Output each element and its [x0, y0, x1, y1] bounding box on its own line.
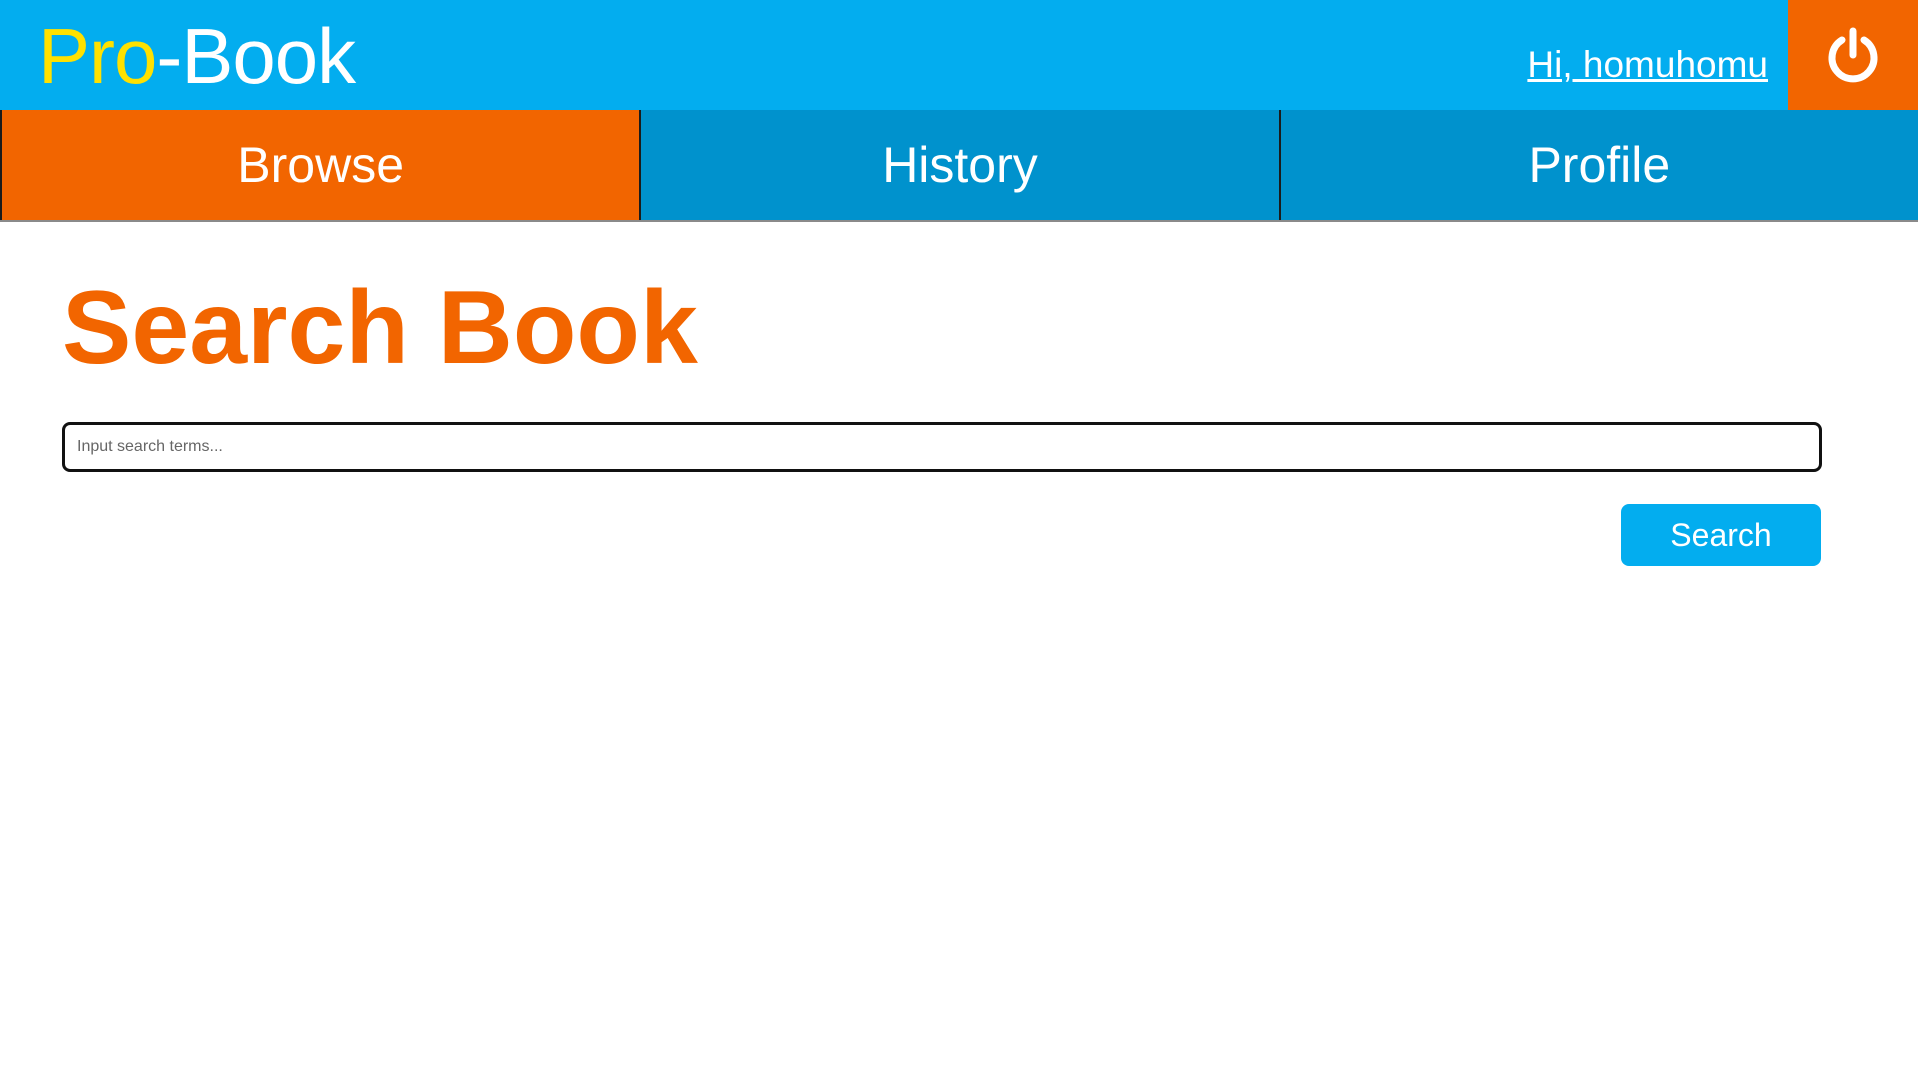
- logo-text: -Book: [156, 12, 356, 100]
- main-nav: Browse History Profile: [0, 110, 1918, 222]
- search-button[interactable]: Search: [1621, 504, 1821, 566]
- app-logo: Pro-Book: [38, 12, 356, 100]
- page-title: Search Book: [62, 270, 698, 386]
- user-greeting-link[interactable]: Hi, homuhomu: [1527, 40, 1768, 90]
- search-input[interactable]: [62, 422, 1822, 472]
- tab-history-label: History: [882, 137, 1038, 193]
- logo-accent: Pro: [38, 12, 157, 100]
- tab-browse[interactable]: Browse: [0, 110, 640, 220]
- logout-button[interactable]: [1788, 0, 1918, 110]
- tab-history[interactable]: History: [639, 110, 1279, 220]
- tab-profile[interactable]: Profile: [1278, 110, 1918, 220]
- tab-browse-label: Browse: [237, 137, 405, 193]
- tab-profile-label: Profile: [1528, 137, 1671, 193]
- app-header: Pro-Book Hi, homuhomu: [0, 0, 1918, 110]
- power-icon: [1828, 27, 1878, 83]
